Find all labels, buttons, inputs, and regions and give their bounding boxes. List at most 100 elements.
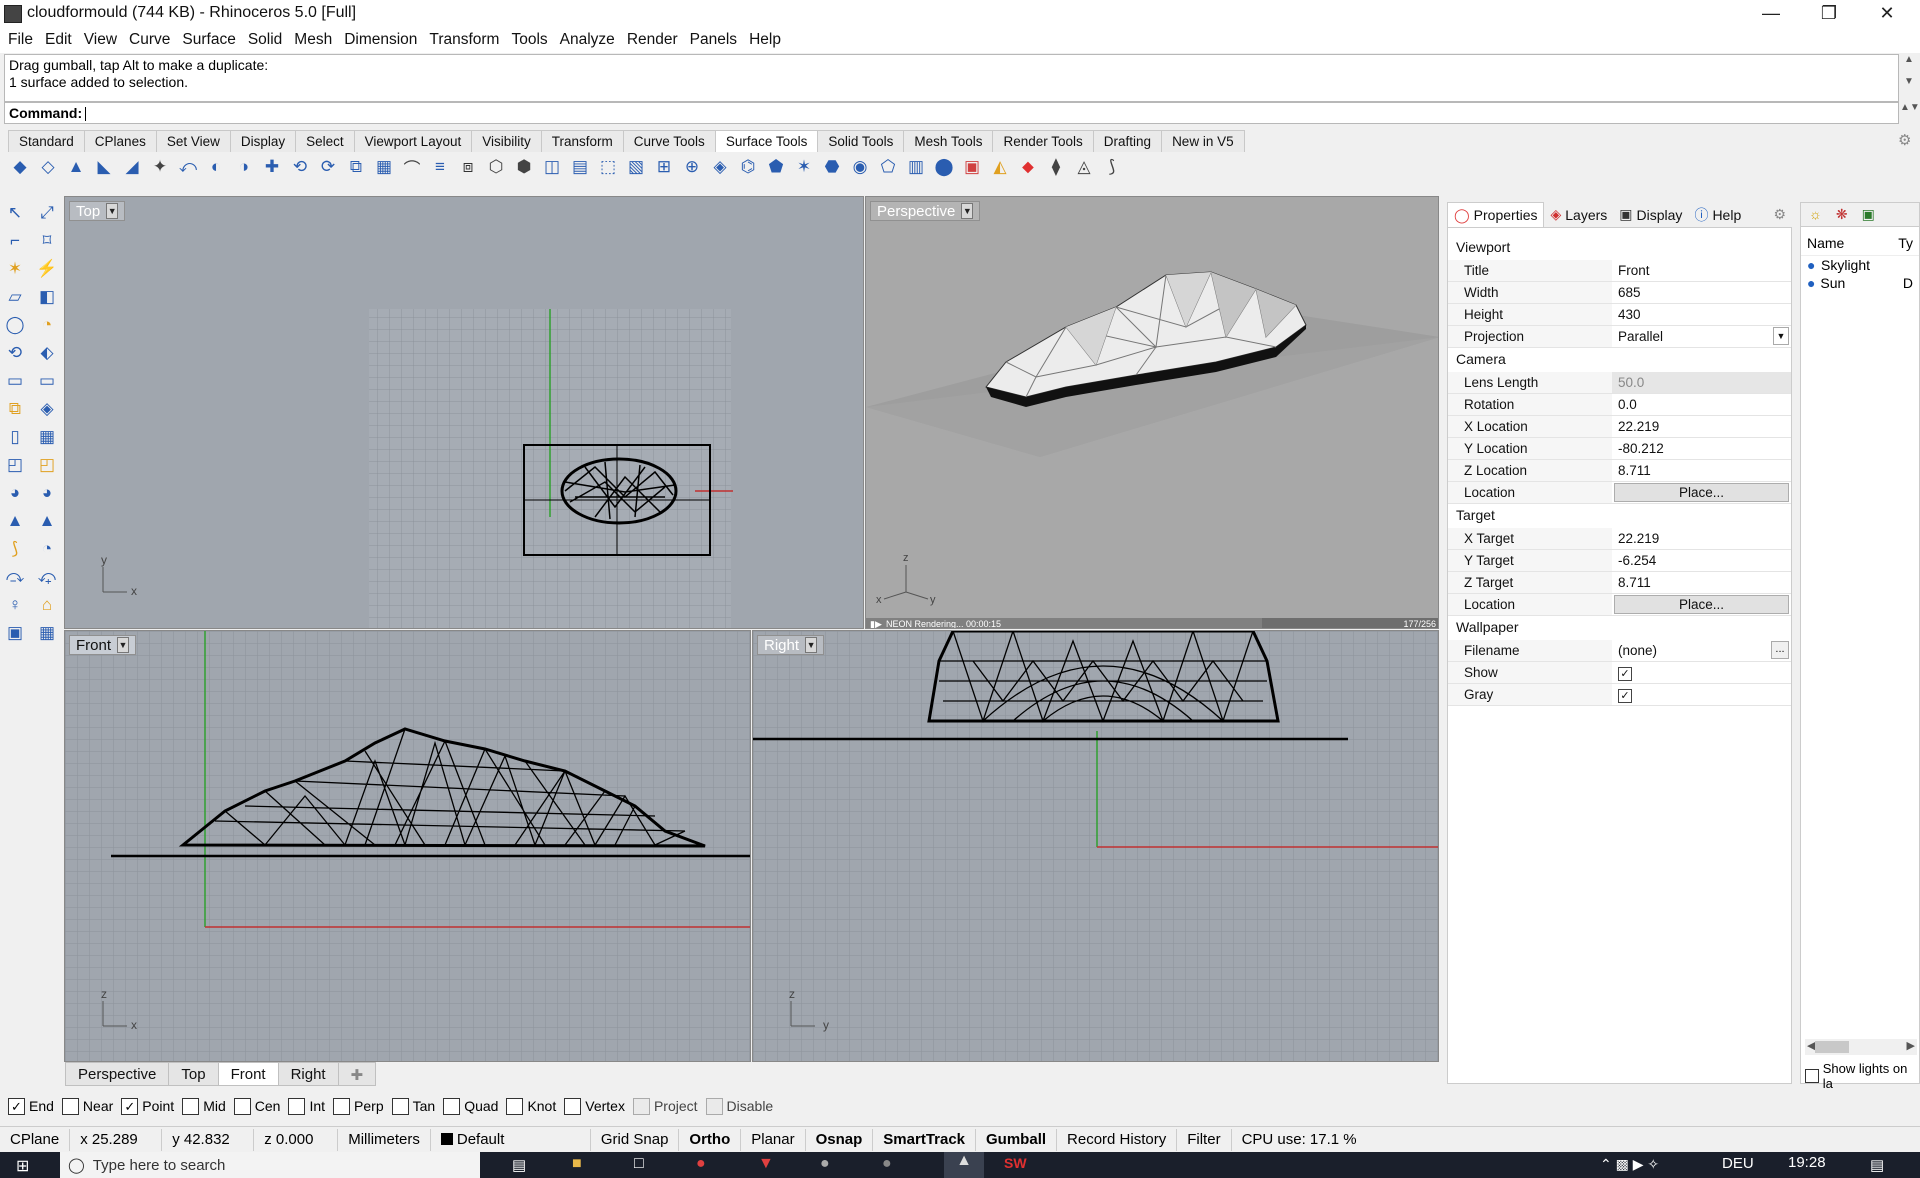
osnap-checkbox[interactable] [233, 1097, 251, 1115]
language-indicator[interactable]: DEU [1722, 1155, 1754, 1172]
side-tool-icon[interactable]: ⌂ [34, 594, 60, 616]
prop-value[interactable]: Front [1612, 260, 1791, 281]
side-tool-icon[interactable]: ◈ [34, 398, 60, 420]
viewport-title-right[interactable]: Right ▼ [757, 635, 825, 655]
browse-button[interactable]: ... [1771, 641, 1789, 659]
osnap-checkbox[interactable] [506, 1097, 524, 1115]
osnap-end[interactable]: ✓ End [8, 1097, 54, 1115]
surface-tool-icon[interactable]: ⧫ [1044, 155, 1068, 179]
toolbar-tab-cplanes[interactable]: CPlanes [83, 130, 157, 152]
prop-value[interactable]: -80.212 [1612, 438, 1791, 459]
task-view-icon[interactable]: ▤ [512, 1156, 526, 1174]
menu-mesh[interactable]: Mesh [290, 28, 340, 53]
surface-tool-icon[interactable]: ▤ [568, 155, 592, 179]
side-tool-icon[interactable]: ♀ [2, 594, 28, 616]
chrome-icon[interactable]: ● [696, 1155, 706, 1173]
prop-value[interactable]: Parallel ▼ [1612, 326, 1791, 347]
prop-value[interactable]: Place... [1612, 594, 1791, 615]
rhino-taskbar-icon[interactable]: ▲ [944, 1152, 984, 1178]
menu-render[interactable]: Render [623, 28, 686, 53]
chevron-down-icon[interactable]: ▼ [1773, 327, 1789, 345]
pause-icon[interactable]: ▮▶ [870, 618, 882, 628]
surface-tool-icon[interactable]: ⬣ [820, 155, 844, 179]
toolbar-tab-curve-tools[interactable]: Curve Tools [622, 130, 716, 152]
side-tool-icon[interactable]: ⤽ [34, 566, 60, 588]
app-icon[interactable]: ▼ [758, 1155, 774, 1173]
surface-tool-icon[interactable]: ◬ [1072, 155, 1096, 179]
osnap-checkbox[interactable] [288, 1097, 306, 1115]
side-tool-icon[interactable]: ◧ [34, 286, 60, 308]
side-tool-icon[interactable]: ⚡ [34, 258, 60, 280]
toolbar-tab-mesh-tools[interactable]: Mesh Tools [903, 130, 994, 152]
surface-tool-icon[interactable]: ≡ [428, 155, 452, 179]
prop-value[interactable]: 22.219 [1612, 416, 1791, 437]
prop-value[interactable]: ✓ [1612, 662, 1791, 683]
surface-tool-icon[interactable]: ⌒ [400, 155, 424, 179]
status-record-history[interactable]: Record History [1057, 1128, 1178, 1151]
osnap-point[interactable]: ✓ Point [121, 1097, 174, 1115]
light-icon[interactable]: ☼ [1809, 206, 1822, 223]
tab-top[interactable]: Top [168, 1062, 219, 1086]
osnap-checkbox[interactable] [182, 1097, 200, 1115]
osnap-perp[interactable]: Perp [333, 1097, 384, 1115]
chevron-down-icon[interactable]: ▼ [117, 637, 130, 653]
surface-tool-icon[interactable]: ▥ [904, 155, 928, 179]
tab-front[interactable]: Front [217, 1062, 279, 1086]
osnap-checkbox[interactable] [391, 1097, 409, 1115]
place-button[interactable]: Place... [1614, 483, 1789, 502]
tray-icons[interactable]: ⌃ ▩ ▶ ✧ [1600, 1156, 1659, 1173]
side-tool-icon[interactable]: ⟲ [2, 342, 28, 364]
menu-transform[interactable]: Transform [425, 28, 507, 53]
surface-tool-icon[interactable]: ◆ [8, 155, 32, 179]
side-tool-icon[interactable]: ⧉ [2, 398, 28, 420]
side-tool-icon[interactable]: ↖ [2, 202, 28, 224]
surface-tool-icon[interactable]: ◉ [848, 155, 872, 179]
panel-gear-icon[interactable]: ⚙ [1767, 202, 1792, 227]
osnap-mid[interactable]: Mid [182, 1097, 226, 1115]
prop-value[interactable]: 50.0 [1612, 372, 1791, 393]
side-tool-icon[interactable]: ✶ [2, 258, 28, 280]
surface-tool-icon[interactable]: ⟆ [1100, 155, 1124, 179]
surface-tool-icon[interactable]: ⊞ [652, 155, 676, 179]
lights-col-type[interactable]: Ty [1898, 235, 1913, 251]
viewport-front[interactable]: z x Front ▼ [64, 630, 751, 1062]
tab-help[interactable]: ⓘ Help [1688, 202, 1747, 227]
surface-tool-icon[interactable]: ◑ [232, 155, 256, 179]
toolbar-tab-select[interactable]: Select [295, 130, 355, 152]
prop-value[interactable]: ✓ [1612, 684, 1791, 705]
close-button[interactable]: ✕ [1858, 0, 1916, 28]
add-viewport-tab-icon[interactable]: ✚ [337, 1062, 377, 1086]
osnap-quad[interactable]: Quad [443, 1097, 498, 1115]
prop-value[interactable]: 8.711 [1612, 460, 1791, 481]
tab-display[interactable]: ▣ Display [1613, 202, 1688, 227]
toolbar-tab-display[interactable]: Display [229, 130, 297, 152]
surface-tool-icon[interactable]: ⬥ [1016, 155, 1040, 179]
clock[interactable]: 19:28 [1788, 1154, 1826, 1171]
osnap-near[interactable]: Near [61, 1097, 113, 1115]
side-tool-icon[interactable]: ◔ [34, 538, 60, 560]
status-units[interactable]: Millimeters [338, 1128, 431, 1151]
viewport-right[interactable]: z y Right ▼ [752, 630, 1439, 1062]
surface-tool-icon[interactable]: ⌬ [736, 155, 760, 179]
viewport-top[interactable]: y x Top ▼ [64, 196, 864, 629]
osnap-checkbox[interactable] [705, 1097, 723, 1115]
status-smarttrack[interactable]: SmartTrack [873, 1128, 977, 1151]
toolbar-tab-solid-tools[interactable]: Solid Tools [817, 130, 905, 152]
side-tool-icon[interactable]: ▯ [2, 426, 28, 448]
prop-value[interactable]: 685 [1612, 282, 1791, 303]
side-tool-icon[interactable]: ◔ [34, 314, 60, 336]
place-button[interactable]: Place... [1614, 595, 1789, 614]
menu-dimension[interactable]: Dimension [340, 28, 425, 53]
side-tool-icon[interactable]: ⤼ [2, 566, 28, 588]
command-spinner[interactable]: ▲▼ [1900, 102, 1920, 124]
surface-tool-icon[interactable]: ⬤ [932, 155, 956, 179]
menu-panels[interactable]: Panels [686, 28, 745, 53]
surface-tool-icon[interactable]: ⧈ [456, 155, 480, 179]
command-prompt[interactable]: Command: [4, 102, 1899, 124]
side-tool-icon[interactable]: ⌑ [34, 230, 60, 252]
notification-icon[interactable]: ▤ [1870, 1156, 1884, 1174]
chevron-down-icon[interactable]: ▼ [805, 637, 818, 653]
toolbar-tab-new-in-v5[interactable]: New in V5 [1161, 130, 1245, 152]
gray-checkbox[interactable]: ✓ [1618, 688, 1632, 703]
taskbar-search[interactable]: ◯ Type here to search [60, 1152, 480, 1178]
